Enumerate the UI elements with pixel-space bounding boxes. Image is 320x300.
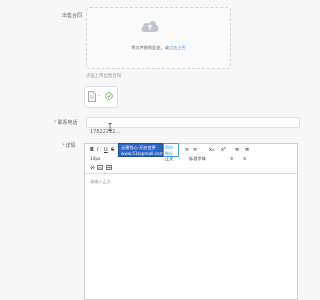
strike-button[interactable]: S (111, 147, 114, 153)
overlay-line2: www.51topmall.com (121, 150, 164, 156)
details-label: *详情 (62, 142, 76, 149)
overlay-side[interactable]: 帮你 做好 (163, 143, 179, 157)
upload-instructions: 将文件拖到此处，或点击上传 (87, 45, 230, 51)
check-circle-icon (105, 92, 113, 100)
bold-button[interactable]: B (90, 147, 94, 153)
italic-button[interactable]: I (97, 147, 98, 153)
uploaded-file[interactable]: – (84, 86, 118, 108)
editor-placeholder: 请输入正文 (90, 179, 111, 184)
details-label-text: 详情 (65, 143, 76, 149)
phone-label: *联系电话 (54, 119, 78, 126)
font-size-select[interactable]: 14px (90, 156, 100, 162)
contract-upload-dropzone[interactable]: 将文件拖到此处，或点击上传 (86, 7, 231, 69)
required-mark: * (62, 143, 65, 149)
overlay-banner[interactable]: 无需找心·开启变更 www.51topmall.com (118, 143, 164, 157)
phone-input[interactable] (87, 127, 299, 137)
upload-text: 将文件拖到此处，或 (131, 45, 169, 50)
file-icon (88, 91, 96, 102)
click-upload-link[interactable]: 点击上传 (169, 45, 186, 50)
table-icon[interactable] (106, 165, 112, 170)
contract-label: 出售合同 (62, 13, 83, 19)
image-icon[interactable] (97, 165, 103, 170)
font-family-select[interactable]: 标准字体 (189, 156, 206, 162)
underline-button[interactable]: U (104, 147, 108, 153)
indent-button[interactable]: ≡ (243, 156, 247, 162)
rich-text-editor[interactable]: B I U S A A ≡ ≡ x₂ x² ≣ ≣ 14px 正文 标准字体 ≡… (84, 143, 298, 300)
overlay-line1: 无需找心·开启变更 (121, 145, 156, 150)
text-cursor-icon (108, 123, 112, 131)
phone-field[interactable] (86, 117, 300, 137)
file-dash: – (98, 93, 101, 99)
list-bullet-button[interactable]: ≣ (245, 147, 249, 153)
phone-label-text: 联系电话 (57, 120, 78, 126)
list-ordered-button[interactable]: ≣ (235, 147, 239, 153)
editor-toolbar: B I U S A A ≡ ≡ x₂ x² ≣ ≣ 14px 正文 标准字体 ≡… (85, 144, 297, 174)
format-h-button[interactable]: ≡ (230, 156, 234, 162)
upload-hint: 点击上传出售合同 (86, 74, 122, 79)
align-center-button[interactable]: ≡ (193, 147, 197, 153)
link-icon[interactable] (90, 165, 95, 170)
superscript-button[interactable]: x² (221, 147, 226, 153)
cloud-upload-icon (141, 21, 159, 32)
align-left-button[interactable]: ≡ (185, 147, 189, 153)
subscript-button[interactable]: x₂ (209, 147, 214, 153)
required-mark: * (54, 120, 57, 126)
overlay-side2: 做好 (165, 150, 173, 156)
